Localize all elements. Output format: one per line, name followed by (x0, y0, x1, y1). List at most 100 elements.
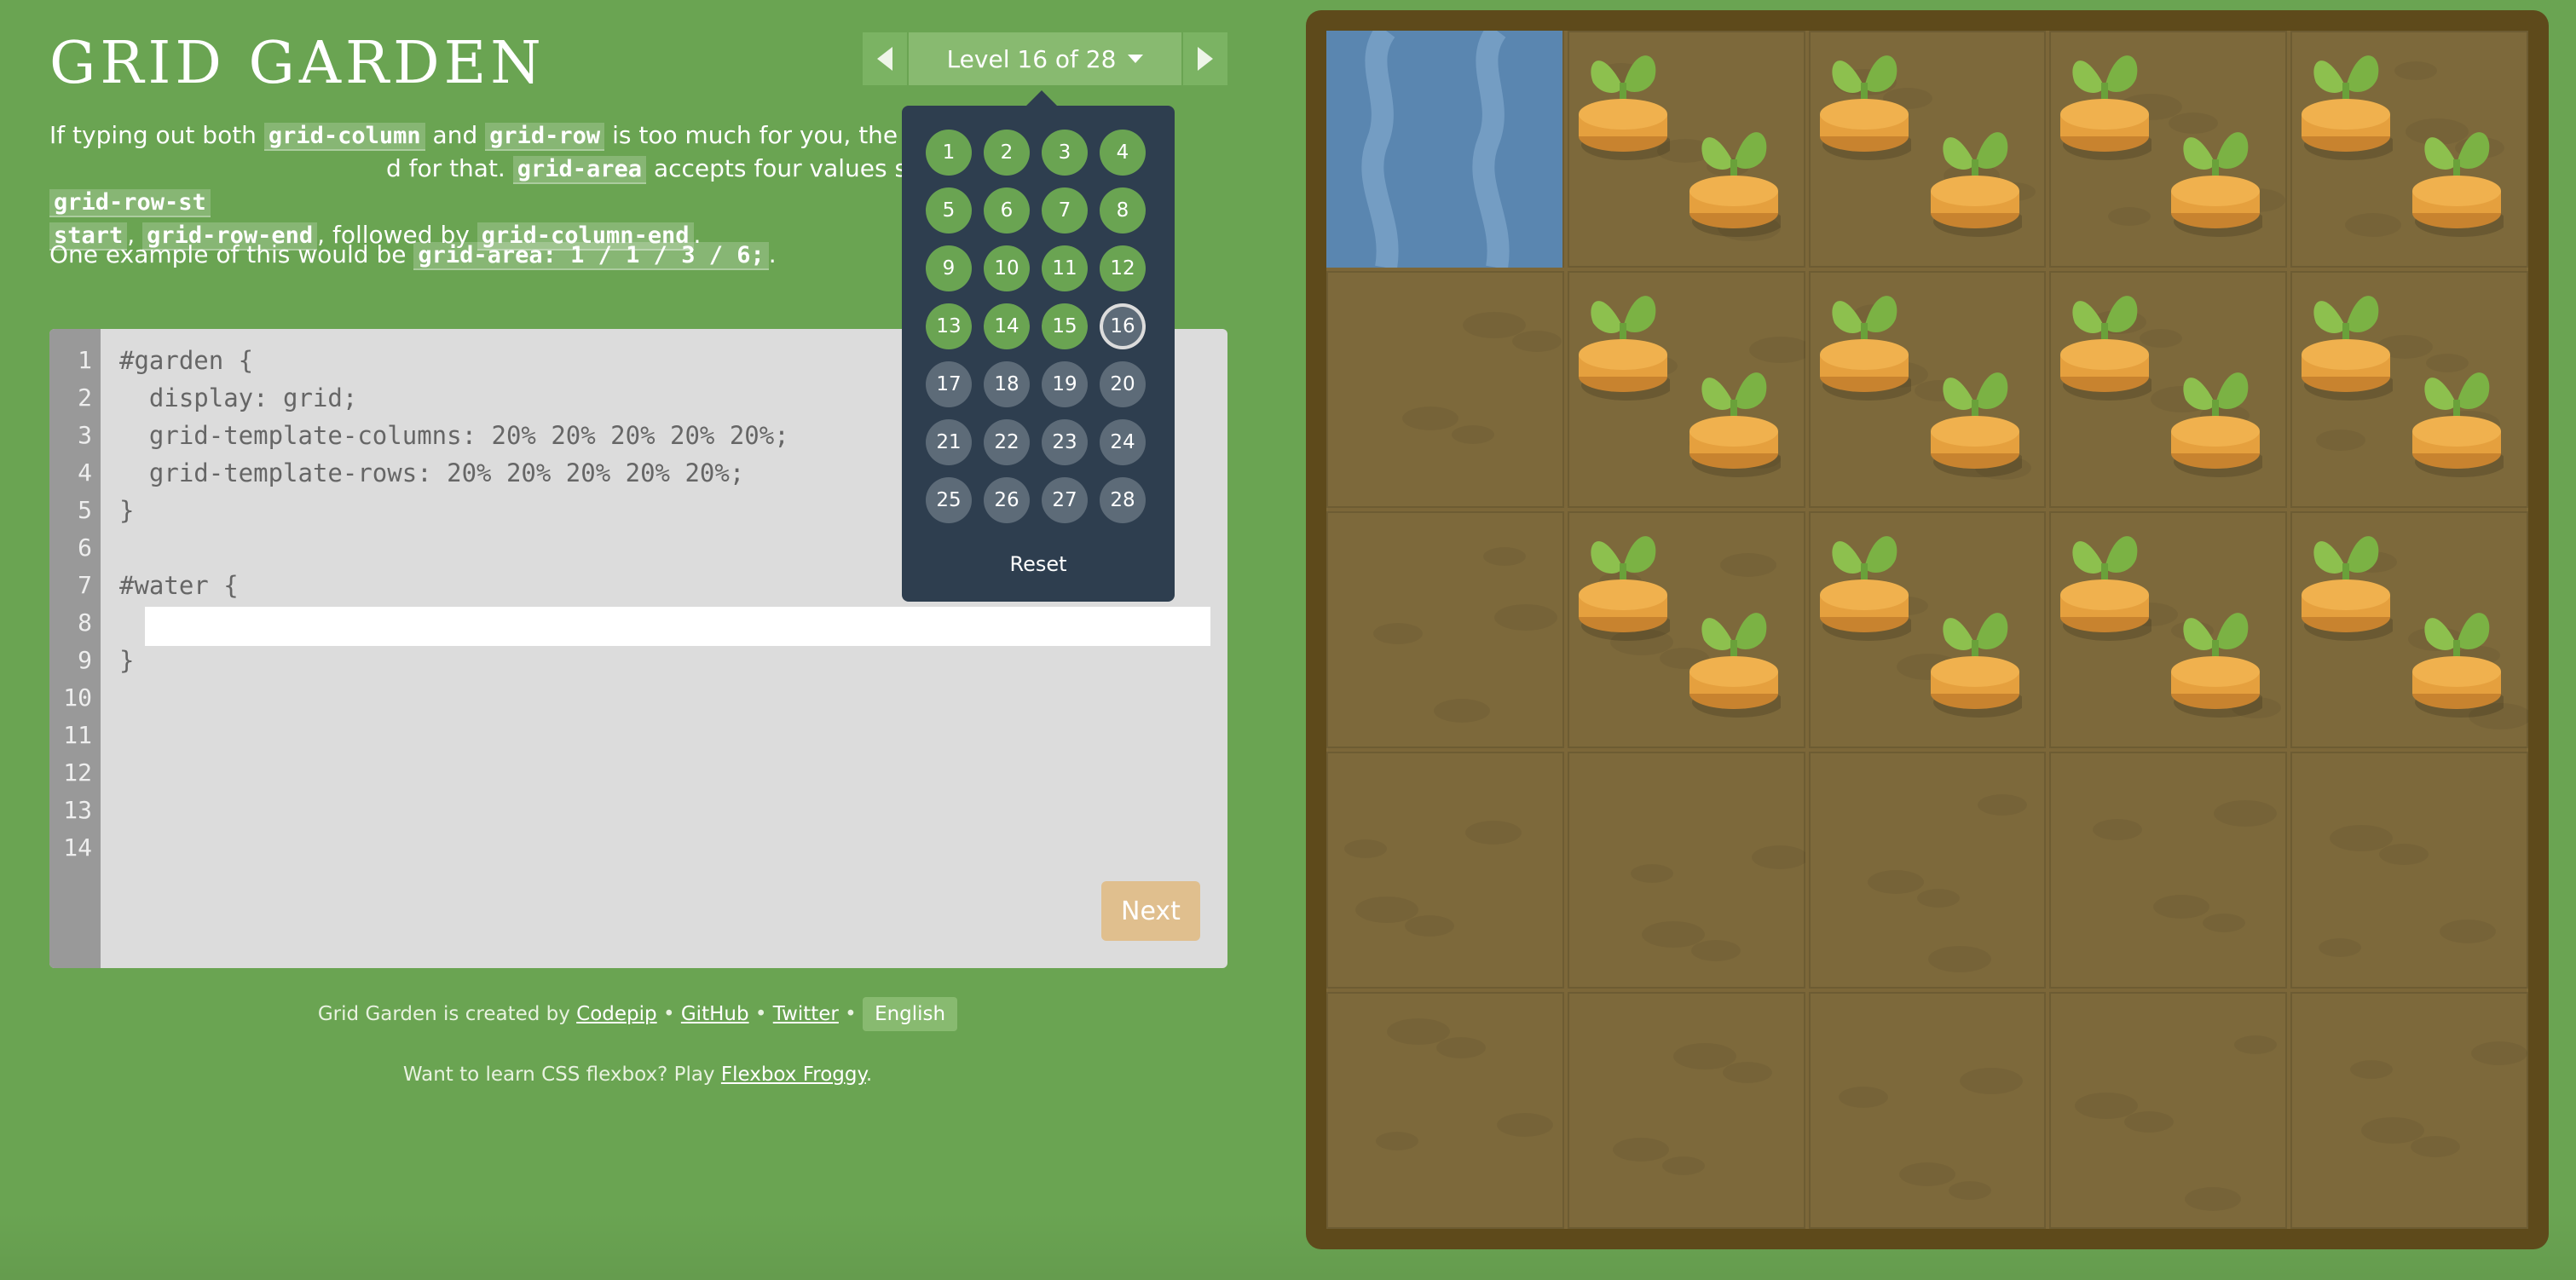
line-number: 3 (78, 421, 92, 449)
soil-pebble (1465, 821, 1522, 845)
soil-pebble (2471, 1041, 2528, 1065)
level-button-11[interactable]: 11 (1042, 245, 1088, 291)
level-button-24[interactable]: 24 (1100, 419, 1146, 465)
garden-cell (2290, 511, 2528, 748)
level-button-19[interactable]: 19 (1042, 361, 1088, 407)
level-button-14[interactable]: 14 (984, 303, 1030, 349)
carrot-icon (1576, 516, 1673, 644)
carrot-icon (2299, 36, 2397, 164)
level-button-5[interactable]: 5 (926, 187, 972, 234)
level-button-16[interactable]: 16 (1100, 303, 1146, 349)
code-line: grid-template-rows: 20% 20% 20% 20% 20%; (119, 458, 745, 487)
twitter-link[interactable]: Twitter (773, 1003, 839, 1025)
soil-pebble (2394, 61, 2438, 80)
soil-pebble (1751, 845, 1805, 869)
level-button-15[interactable]: 15 (1042, 303, 1088, 349)
code-snippet: grid-column (263, 123, 425, 151)
level-button-7[interactable]: 7 (1042, 187, 1088, 234)
soil-pebble (2124, 1111, 2175, 1133)
soil-pebble (1405, 915, 1454, 937)
footer-credits: Grid Garden is created by Codepip • GitH… (0, 997, 1275, 1031)
css-input[interactable] (145, 607, 1210, 646)
level-button-2[interactable]: 2 (984, 130, 1030, 176)
next-button[interactable]: Next (1101, 881, 1200, 941)
level-button-21[interactable]: 21 (926, 419, 972, 465)
level-button-4[interactable]: 4 (1100, 130, 1146, 176)
level-button-1[interactable]: 1 (926, 130, 972, 176)
level-button-13[interactable]: 13 (926, 303, 972, 349)
soil-pebble (1867, 870, 1924, 894)
soil-pebble (1402, 406, 1458, 430)
soil-pebble (1612, 1138, 1669, 1162)
carrot-icon (1687, 593, 1784, 721)
garden-cell (2290, 992, 2528, 1229)
level-button-20[interactable]: 20 (1100, 361, 1146, 407)
garden-cell (2049, 271, 2288, 508)
soil-pebble (2153, 895, 2210, 919)
garden-cell (1567, 31, 1805, 268)
level-button-23[interactable]: 23 (1042, 419, 1088, 465)
soil-pebble (1838, 1087, 1888, 1108)
level-button-25[interactable]: 25 (926, 477, 972, 523)
soil-pebble (2203, 914, 2246, 932)
soil-pebble (2379, 844, 2429, 865)
level-button-3[interactable]: 3 (1042, 130, 1088, 176)
soil-pebble (2075, 1093, 2139, 1119)
carrot-icon (2169, 593, 2267, 721)
code-line: grid-template-columns: 20% 20% 20% 20% 2… (119, 421, 789, 450)
level-button-10[interactable]: 10 (984, 245, 1030, 291)
code-line: #water { (119, 571, 239, 600)
level-button-22[interactable]: 22 (984, 419, 1030, 465)
garden-cell (2049, 31, 2288, 268)
prev-level-icon[interactable] (863, 32, 907, 85)
github-link[interactable]: GitHub (681, 1003, 749, 1025)
garden-cell (1808, 271, 2047, 508)
text: is too much for you, the (604, 121, 898, 149)
soil-pebble (1630, 864, 1673, 883)
line-number: 11 (63, 721, 92, 749)
level-button-18[interactable]: 18 (984, 361, 1030, 407)
text: . (865, 1064, 873, 1086)
soil-pebble (2345, 213, 2402, 237)
level-button-28[interactable]: 28 (1100, 477, 1146, 523)
code-line: } (119, 646, 135, 675)
garden-cell (2290, 31, 2528, 268)
garden-cell (1326, 992, 1564, 1229)
soil-pebble (1387, 1018, 1450, 1045)
soil-pebble (1436, 1037, 1486, 1058)
garden-cell (1326, 752, 1564, 989)
soil-pebble (1661, 1156, 1705, 1175)
carrot-icon (2169, 353, 2267, 481)
soil-pebble (2440, 920, 2497, 943)
next-level-icon[interactable] (1183, 32, 1227, 85)
carrot-icon (2410, 353, 2508, 481)
language-selector[interactable]: English (863, 997, 958, 1031)
soil-pebble (1977, 794, 2027, 816)
level-button-26[interactable]: 26 (984, 477, 1030, 523)
carrot-icon (2058, 516, 2156, 644)
carrot-icon (1576, 276, 1673, 404)
level-button-17[interactable]: 17 (926, 361, 972, 407)
level-button-12[interactable]: 12 (1100, 245, 1146, 291)
line-number: 7 (78, 571, 92, 599)
carrot-icon (2410, 593, 2508, 721)
soil-pebble (2330, 825, 2394, 851)
codepip-link[interactable]: Codepip (576, 1003, 656, 1025)
code-snippet: grid-row-st (49, 189, 211, 217)
level-button-27[interactable]: 27 (1042, 477, 1088, 523)
level-button-9[interactable]: 9 (926, 245, 972, 291)
level-button-8[interactable]: 8 (1100, 187, 1146, 234)
carrot-icon (1817, 516, 1915, 644)
garden-cell (2049, 511, 2288, 748)
soil-pebble (2185, 1187, 2242, 1211)
carrot-icon (1817, 36, 1915, 164)
level-button-6[interactable]: 6 (984, 187, 1030, 234)
reset-button[interactable]: Reset (902, 552, 1175, 576)
text: d for that. (386, 154, 513, 182)
line-number: 5 (78, 496, 92, 524)
flexbox-froggy-link[interactable]: Flexbox Froggy (721, 1064, 866, 1086)
level-selector[interactable]: Level 16 of 28 (909, 32, 1181, 85)
carrot-icon (2169, 112, 2267, 240)
soil-pebble (1355, 897, 1418, 923)
line-number: 9 (78, 646, 92, 674)
